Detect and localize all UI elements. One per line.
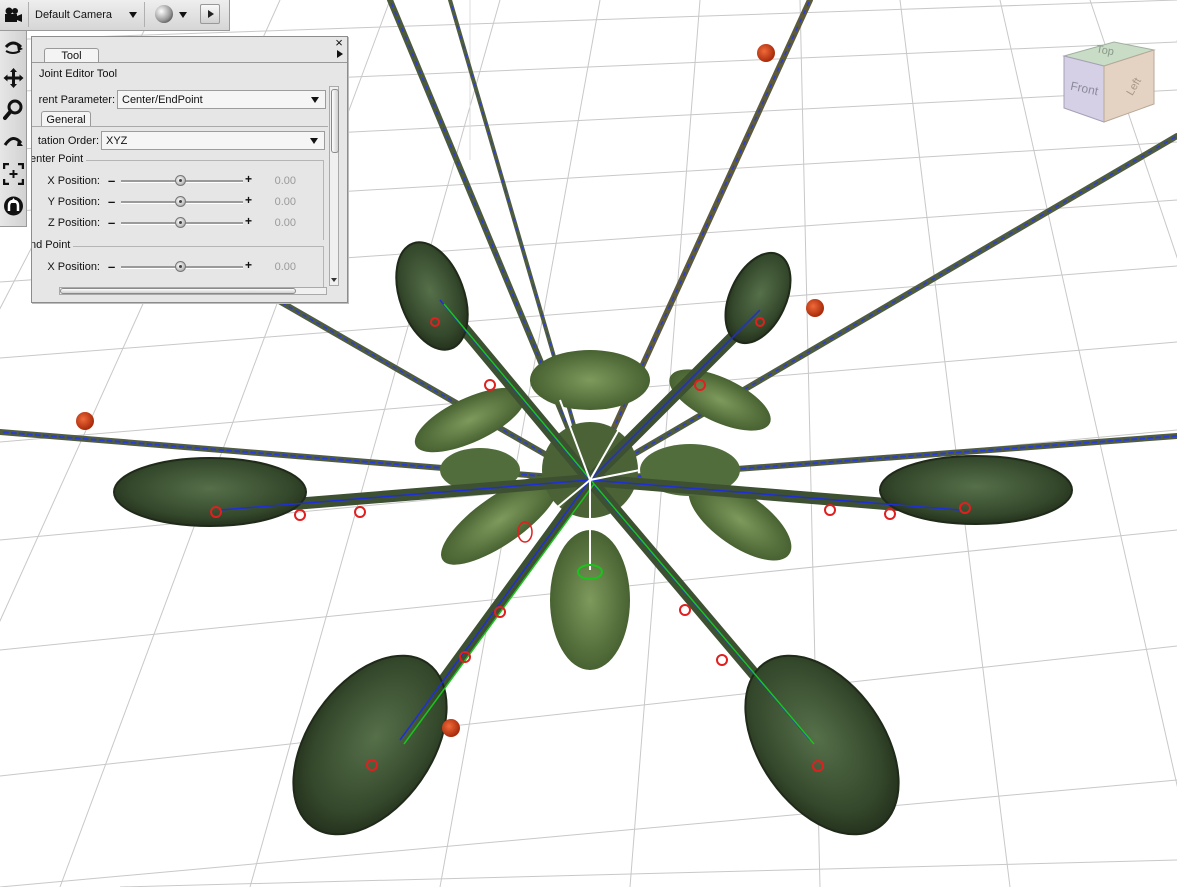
end-point-title: nd Point (32, 239, 74, 251)
creature-body (414, 350, 792, 670)
sphere-shading-icon (155, 5, 173, 23)
decrement-button[interactable]: – (108, 215, 115, 230)
slider-value[interactable]: 0.00 (275, 217, 296, 229)
tab-general[interactable]: General (41, 111, 91, 127)
scroll-thumb[interactable] (331, 89, 339, 153)
subtab-line (32, 126, 328, 127)
light-marker (806, 299, 824, 317)
chevron-down-icon (311, 97, 319, 103)
tool-title: Joint Editor Tool (39, 68, 118, 80)
frame-button[interactable] (1, 161, 26, 187)
chevron-down-icon (129, 12, 137, 18)
move-icon (3, 68, 24, 88)
rotation-order-select[interactable]: XYZ (101, 131, 325, 150)
zoom-icon (3, 99, 23, 120)
orbit-icon (4, 41, 23, 54)
joint-editor-panel: × Tool Joint Editor Tool rent Parameter:… (31, 36, 348, 303)
slider-value[interactable]: 0.00 (275, 175, 296, 187)
camera-toolbar: Default Camera (0, 0, 230, 31)
increment-button[interactable]: + (245, 172, 252, 186)
light-marker (757, 44, 775, 62)
tab-strip (32, 62, 347, 63)
slider-label: X Position: (47, 175, 100, 187)
play-button[interactable] (200, 4, 220, 24)
slider-label: X Position: (47, 261, 100, 273)
tab-tool[interactable]: Tool (44, 48, 99, 63)
frame-icon (3, 163, 24, 185)
light-marker (442, 719, 460, 737)
center-point-title: enter Point (32, 153, 87, 165)
rotate-button[interactable] (1, 193, 26, 219)
rotation-order-label: tation Order: (37, 135, 99, 147)
end-x-position-slider[interactable]: X Position: – + 0.00 (32, 258, 324, 276)
decrement-button[interactable]: – (108, 194, 115, 209)
slider-label: Y Position: (47, 196, 100, 208)
increment-button[interactable]: + (245, 258, 252, 272)
camera-select-label: Default Camera (35, 9, 113, 21)
panel-menu-arrow-icon[interactable] (334, 47, 346, 62)
light-marker (76, 412, 94, 430)
shading-select[interactable] (150, 2, 195, 27)
slider-knob[interactable] (175, 175, 186, 186)
slider-value[interactable]: 0.00 (275, 196, 296, 208)
slider-label: Z Position: (48, 217, 100, 229)
current-parameter-label: rent Parameter: (38, 94, 115, 106)
chevron-down-icon (310, 138, 318, 144)
center-y-position-slider[interactable]: Y Position: – + 0.00 (32, 193, 324, 211)
decrement-button[interactable]: – (108, 259, 115, 274)
camera-select[interactable]: Default Camera (28, 2, 145, 27)
slider-value[interactable]: 0.00 (275, 261, 296, 273)
rotate-icon (4, 196, 23, 216)
view-cube[interactable]: Top Front Left (1058, 24, 1162, 128)
scroll-down-arrow-icon[interactable] (330, 276, 338, 284)
center-x-position-slider[interactable]: X Position: – + 0.00 (32, 172, 324, 190)
increment-button[interactable]: + (245, 193, 252, 207)
scroll-thumb[interactable] (60, 288, 296, 294)
slider-knob[interactable] (175, 261, 186, 272)
movie-camera-icon[interactable] (3, 6, 23, 24)
move-button[interactable] (1, 65, 26, 91)
current-parameter-select[interactable]: Center/EndPoint (117, 90, 326, 109)
zoom-button[interactable] (1, 97, 26, 123)
chevron-down-icon (179, 12, 187, 18)
decrement-button[interactable]: – (108, 173, 115, 188)
increment-button[interactable]: + (245, 214, 252, 228)
roll-button[interactable] (1, 129, 26, 155)
panel-body: rent Parameter: Center/EndPoint General … (32, 84, 328, 287)
current-parameter-value: Center/EndPoint (122, 94, 203, 106)
horizontal-scrollbar[interactable] (59, 287, 327, 295)
center-z-position-slider[interactable]: Z Position: – + 0.00 (32, 214, 324, 232)
vertical-scrollbar[interactable] (329, 86, 339, 286)
rotation-order-value: XYZ (106, 135, 128, 147)
slider-knob[interactable] (175, 217, 186, 228)
orbit-button[interactable] (1, 33, 26, 59)
camera-tools (0, 31, 27, 227)
roll-icon (3, 137, 23, 146)
slider-knob[interactable] (175, 196, 186, 207)
